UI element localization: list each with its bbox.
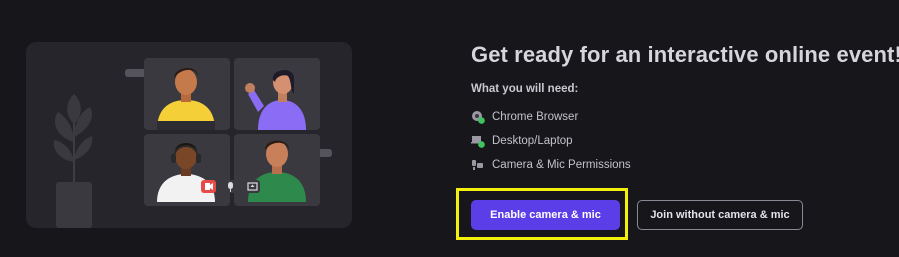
join-without-camera-mic-button[interactable]: Join without camera & mic: [637, 200, 803, 230]
requirement-label: Chrome Browser: [492, 111, 579, 123]
requirements-heading: What you will need:: [471, 83, 579, 95]
camera-mic-icon: [471, 158, 485, 172]
page-title: Get ready for an interactive online even…: [471, 42, 899, 67]
requirement-camera-mic: Camera & Mic Permissions: [471, 156, 631, 174]
chrome-icon: [471, 110, 485, 124]
requirement-laptop: Desktop/Laptop: [471, 132, 573, 150]
laptop-icon: [471, 134, 485, 148]
requirement-label: Camera & Mic Permissions: [492, 159, 631, 171]
requirement-label: Desktop/Laptop: [492, 135, 573, 147]
video-grid-illustration: [53, 58, 332, 228]
highlight-frame: [456, 188, 628, 240]
plant-decoration: [53, 94, 93, 228]
video-call-illustration: [26, 42, 352, 228]
requirement-chrome: Chrome Browser: [471, 108, 578, 126]
